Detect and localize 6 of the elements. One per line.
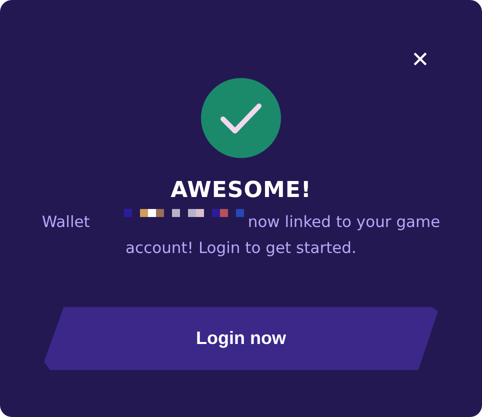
close-button[interactable]: ✕ — [406, 46, 434, 74]
message-text: now linked to your game account! Login to get started. — [126, 213, 440, 257]
wallet-label: Wallet — [42, 213, 90, 231]
checkmark-icon — [201, 78, 281, 158]
dialog-title: AWESOME! — [170, 178, 312, 203]
login-button[interactable]: Login now — [44, 307, 438, 370]
